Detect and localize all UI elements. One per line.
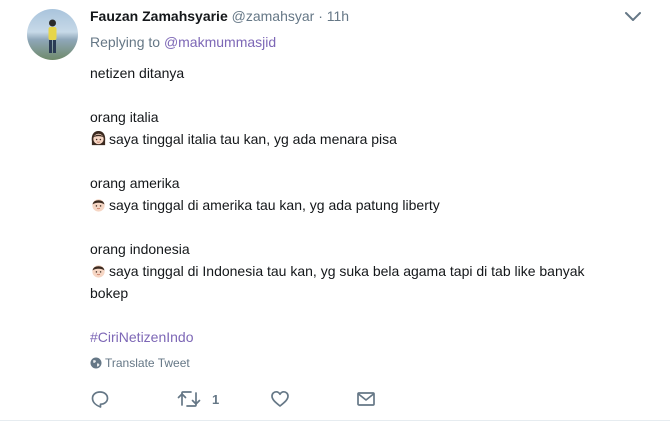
author-handle[interactable]: @zamahsyar <box>232 8 315 24</box>
separator-dot: · <box>318 8 323 24</box>
tweet-text: netizen ditanya orang italia saya tingga… <box>90 62 660 348</box>
body-line: orang amerika <box>90 175 180 191</box>
boy-emoji-icon <box>92 265 105 278</box>
retweet-button[interactable]: 1 <box>177 388 219 410</box>
italia-text: saya tinggal italia tau kan, yg ada mena… <box>109 131 397 147</box>
globe-icon <box>90 357 102 369</box>
amerika-text: saya tinggal di amerika tau kan, yg ada … <box>109 197 440 213</box>
body-line: saya tinggal italia tau kan, yg ada mena… <box>90 128 660 150</box>
body-line: saya tinggal di amerika tau kan, yg ada … <box>90 194 660 216</box>
heart-icon <box>271 390 289 407</box>
body-line: netizen ditanya <box>90 65 185 81</box>
indonesia-text: saya tinggal di Indonesia tau kan, yg su… <box>109 263 585 279</box>
translate-tweet-link[interactable]: Translate Tweet <box>90 356 190 370</box>
tweet-header: Fauzan Zamahsyarie @zamahsyar · 11h <box>90 8 349 26</box>
body-line: orang indonesia <box>90 241 190 257</box>
tweet-timestamp[interactable]: 11h <box>327 8 349 24</box>
tweet-actions: 1 <box>90 388 390 410</box>
translate-label: Translate Tweet <box>105 356 190 370</box>
replying-user-link[interactable]: @makmummasjid <box>164 34 276 50</box>
tweet[interactable]: Fauzan Zamahsyarie @zamahsyar · 11h Repl… <box>0 0 670 423</box>
girl-emoji-icon <box>91 130 106 146</box>
direct-message-button[interactable] <box>356 388 376 410</box>
avatar-person-figure <box>48 19 57 53</box>
replying-to: Replying to @makmummasjid <box>90 34 276 50</box>
body-line: bokep <box>90 285 129 301</box>
envelope-icon <box>357 392 375 406</box>
replying-prefix: Replying to <box>90 34 161 50</box>
retweet-count: 1 <box>212 391 220 407</box>
avatar[interactable] <box>27 9 78 60</box>
hashtag-link[interactable]: #CiriNetizenIndo <box>90 326 660 348</box>
body-line: orang italia <box>90 109 159 125</box>
divider <box>0 420 670 421</box>
author-name[interactable]: Fauzan Zamahsyarie <box>90 8 228 24</box>
like-button[interactable] <box>270 388 290 410</box>
chevron-down-icon[interactable] <box>624 11 642 23</box>
body-line: saya tinggal di Indonesia tau kan, yg su… <box>90 260 660 282</box>
retweet-icon <box>177 391 201 407</box>
boy-emoji-icon <box>92 199 105 212</box>
reply-button[interactable] <box>90 388 110 410</box>
reply-icon <box>91 391 109 408</box>
